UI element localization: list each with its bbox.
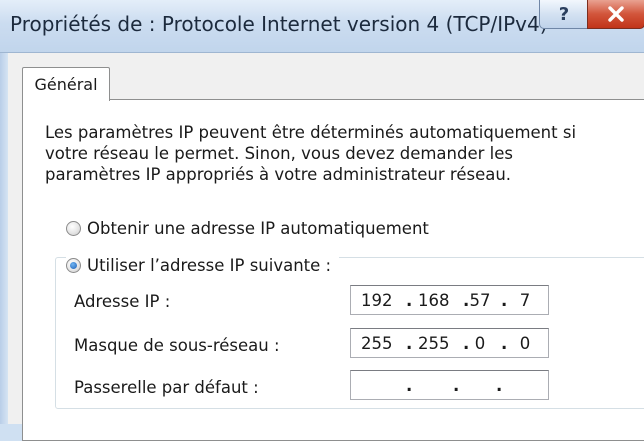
mask-octet-3[interactable]: 0 — [465, 334, 495, 353]
window-border — [0, 53, 8, 424]
title-bar[interactable]: Propriétés de : Protocole Internet versi… — [0, 0, 644, 53]
ip-octet-4[interactable]: 7 — [510, 291, 540, 310]
close-x-icon — [608, 6, 624, 22]
default-gateway-field[interactable]: . . . — [350, 370, 549, 400]
close-button[interactable] — [587, 0, 644, 29]
ip-address-label: Adresse IP : — [74, 292, 171, 311]
ip-octet-2[interactable]: 168 — [418, 291, 450, 310]
help-button[interactable]: ? — [539, 0, 589, 29]
ip-address-field[interactable]: 192 . 168 . 57 . 7 — [350, 285, 549, 315]
ip-dot: . — [406, 291, 413, 310]
mask-dot: . — [501, 334, 508, 353]
radio-use-following-ip-label: Utiliser l’adresse IP suivante : — [87, 256, 332, 275]
mask-dot: . — [406, 334, 413, 353]
ip-octet-1[interactable]: 192 — [361, 291, 393, 310]
ip-octet-3[interactable]: 57 — [465, 291, 495, 310]
window-title: Propriétés de : Protocole Internet versi… — [10, 12, 548, 36]
subnet-mask-field[interactable]: 255 . 255 . 0 . 0 — [350, 328, 549, 358]
radio-obtain-ip-auto-label: Obtenir une adresse IP automatiquement — [87, 219, 429, 238]
mask-octet-2[interactable]: 255 — [418, 334, 450, 353]
subnet-mask-label: Masque de sous-réseau : — [74, 336, 280, 355]
default-gateway-label: Passerelle par défaut : — [74, 378, 259, 397]
ip-dot: . — [501, 291, 508, 310]
description-text: Les paramètres IP peuvent être déterminé… — [45, 123, 577, 184]
radio-selected-icon[interactable] — [66, 258, 81, 273]
radio-use-following-ip[interactable]: Utiliser l’adresse IP suivante : — [66, 256, 340, 275]
question-mark-icon: ? — [558, 3, 570, 25]
gateway-dot: . — [406, 376, 413, 395]
tab-general-label: Général — [34, 75, 98, 94]
radio-unselected-icon[interactable] — [66, 221, 81, 236]
gateway-dot: . — [496, 376, 503, 395]
mask-octet-1[interactable]: 255 — [361, 334, 393, 353]
gateway-dot: . — [453, 376, 460, 395]
mask-octet-4[interactable]: 0 — [510, 334, 540, 353]
radio-obtain-ip-auto[interactable]: Obtenir une adresse IP automatiquement — [66, 219, 429, 238]
tab-general[interactable]: Général — [22, 67, 110, 101]
